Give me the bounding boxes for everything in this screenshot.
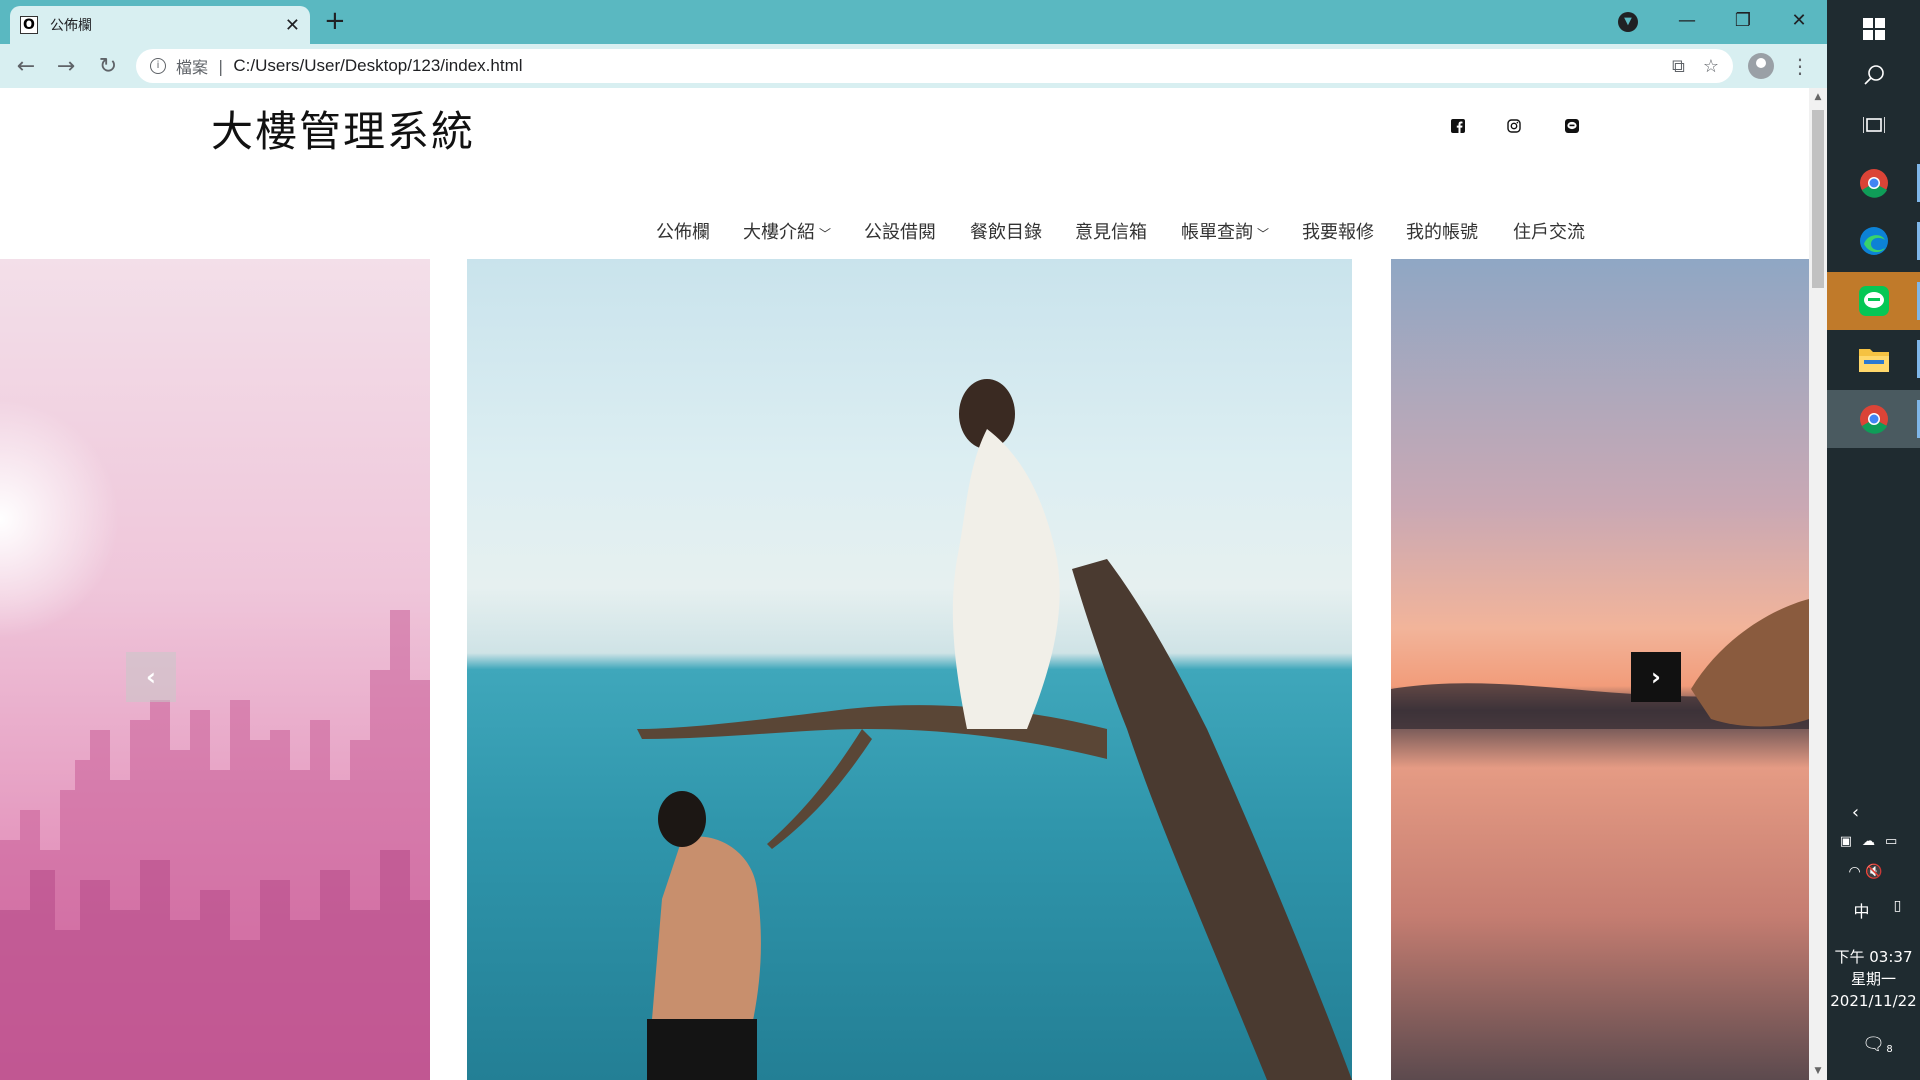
tab-search-icon[interactable]: ▼ xyxy=(1618,12,1638,32)
edge-icon xyxy=(1859,227,1888,255)
taskbar-chrome[interactable] xyxy=(1827,390,1920,448)
taskbar-clock[interactable]: 下午 03:37 星期一 2021/11/22 xyxy=(1827,946,1920,1012)
chrome-icon xyxy=(1859,405,1888,434)
line-icon[interactable] xyxy=(1564,118,1580,134)
menu-item-label: 公佈欄 xyxy=(656,222,710,243)
web-page: 大樓管理系統 公佈欄 大樓介紹 ﹀ 公設借閱 餐飲目錄 意見信箱 帳單查詢 ﹀ 我要… xyxy=(0,88,1809,1080)
task-view-button[interactable] xyxy=(1827,96,1920,154)
wifi-volume-icons[interactable]: ◠ 🔇 xyxy=(1819,864,1912,880)
show-hidden-icons-chevron-icon[interactable]: ‹ xyxy=(1809,802,1902,823)
menu-item-label: 我要報修 xyxy=(1302,222,1374,243)
couple-on-tree-photo xyxy=(637,379,1352,1080)
scrollbar-thumb[interactable] xyxy=(1812,110,1824,288)
menu-item-label: 帳單查詢 xyxy=(1181,222,1253,243)
windows-icon xyxy=(1862,18,1885,40)
window-controls: — ❐ ✕ xyxy=(1659,0,1827,40)
bookmark-star-icon[interactable]: ☆ xyxy=(1703,56,1719,77)
scroll-up-icon[interactable]: ▲ xyxy=(1809,92,1827,102)
chrome-icon xyxy=(1859,169,1888,198)
menu-item-repair-request[interactable]: 我要報修 xyxy=(1302,218,1374,244)
menu-item-label: 公設借閱 xyxy=(864,222,936,243)
minimize-icon[interactable]: — xyxy=(1659,10,1715,31)
menu-item-my-account[interactable]: 我的帳號 xyxy=(1406,218,1478,244)
line-app-icon xyxy=(1858,286,1889,316)
carousel-slide-prev[interactable] xyxy=(0,259,430,1080)
window-close-icon[interactable]: ✕ xyxy=(1771,10,1827,31)
tab-close-icon[interactable]: ✕ xyxy=(285,15,300,36)
menu-item-feedback[interactable]: 意見信箱 xyxy=(1075,218,1147,244)
scroll-down-icon[interactable]: ▼ xyxy=(1809,1066,1827,1076)
browser-tab[interactable]: O 公佈欄 ✕ xyxy=(10,6,310,44)
menu-item-label: 我的帳號 xyxy=(1406,222,1478,243)
translate-icon[interactable]: ⧉ xyxy=(1672,56,1685,77)
windows-taskbar: ‹ ▣☁▭ ◠ 🔇 中 ▯ 下午 03:37 星期一 2021/11/22 🗨 … xyxy=(1827,0,1920,1080)
menu-item-building-intro[interactable]: 大樓介紹 ﹀ xyxy=(743,218,831,244)
clock-weekday: 星期一 xyxy=(1850,970,1896,988)
forward-icon[interactable]: → xyxy=(50,50,82,82)
carousel-prev-button[interactable]: ‹ xyxy=(126,652,176,702)
clock-date: 2021/11/22 xyxy=(1830,992,1917,1010)
facebook-icon[interactable] xyxy=(1450,118,1466,134)
url-separator: | xyxy=(218,56,224,76)
taskbar-line[interactable] xyxy=(1827,272,1920,330)
sun-glow xyxy=(0,399,120,639)
search-icon xyxy=(1863,65,1884,85)
city-skyline-image xyxy=(0,610,430,1080)
ime-mode-icon[interactable]: ▯ xyxy=(1851,898,1920,914)
url-text[interactable]: C:/Users/User/Desktop/123/index.html xyxy=(233,56,1654,76)
notification-count: 8 xyxy=(1886,1044,1893,1055)
menu-item-facility-booking[interactable]: 公設借閱 xyxy=(864,218,936,244)
carousel-slide-next[interactable] xyxy=(1391,259,1809,1080)
tab-title: 公佈欄 xyxy=(50,18,92,34)
taskbar-chrome-profile[interactable] xyxy=(1827,154,1920,212)
menu-item-bill-inquiry[interactable]: 帳單查詢 ﹀ xyxy=(1181,218,1269,244)
avatar xyxy=(1748,53,1774,79)
chevron-down-icon: ﹀ xyxy=(1257,227,1270,241)
menu-item-label: 意見信箱 xyxy=(1075,222,1147,243)
carousel-slide-active[interactable] xyxy=(467,259,1352,1080)
tab-favicon: O xyxy=(20,16,38,34)
beach-sunset-photo xyxy=(1391,599,1809,729)
menu-item-label: 大樓介紹 xyxy=(743,222,815,243)
taskbar-file-explorer[interactable] xyxy=(1827,330,1920,388)
new-tab-icon[interactable]: + xyxy=(324,6,346,36)
clock-time: 下午 03:37 xyxy=(1834,948,1913,966)
folder-icon xyxy=(1858,349,1889,372)
address-bar[interactable]: i 檔案 | C:/Users/User/Desktop/123/index.h… xyxy=(136,49,1733,83)
taskbar-edge[interactable] xyxy=(1827,212,1920,270)
profile-icon[interactable] xyxy=(1745,50,1777,82)
restore-icon[interactable]: ❐ xyxy=(1715,10,1771,31)
url-scheme-label: 檔案 xyxy=(176,58,209,77)
browser-toolbar: ← → ↻ i 檔案 | C:/Users/User/Desktop/123/i… xyxy=(0,44,1827,88)
tray-icons-row[interactable]: ▣☁▭ xyxy=(1827,834,1920,849)
site-info-icon[interactable]: i xyxy=(150,58,166,74)
menu-item-dining-catalog[interactable]: 餐飲目錄 xyxy=(970,218,1042,244)
menu-item-label: 餐飲目錄 xyxy=(970,222,1042,243)
menu-item-announcements[interactable]: 公佈欄 xyxy=(656,218,710,244)
carousel-next-button[interactable]: › xyxy=(1631,652,1681,702)
task-view-icon xyxy=(1862,117,1885,133)
page-scrollbar[interactable]: ▲ ▼ xyxy=(1809,88,1827,1080)
menu-item-resident-forum[interactable]: 住戶交流 xyxy=(1513,218,1585,244)
chevron-down-icon: ﹀ xyxy=(819,227,832,241)
back-icon[interactable]: ← xyxy=(10,50,42,82)
instagram-icon[interactable] xyxy=(1506,118,1522,134)
menu-kebab-icon[interactable]: ⋮ xyxy=(1784,50,1816,82)
reload-icon[interactable]: ↻ xyxy=(92,50,124,82)
menu-item-label: 住戶交流 xyxy=(1513,222,1585,243)
site-logo[interactable]: 大樓管理系統 xyxy=(211,98,475,159)
